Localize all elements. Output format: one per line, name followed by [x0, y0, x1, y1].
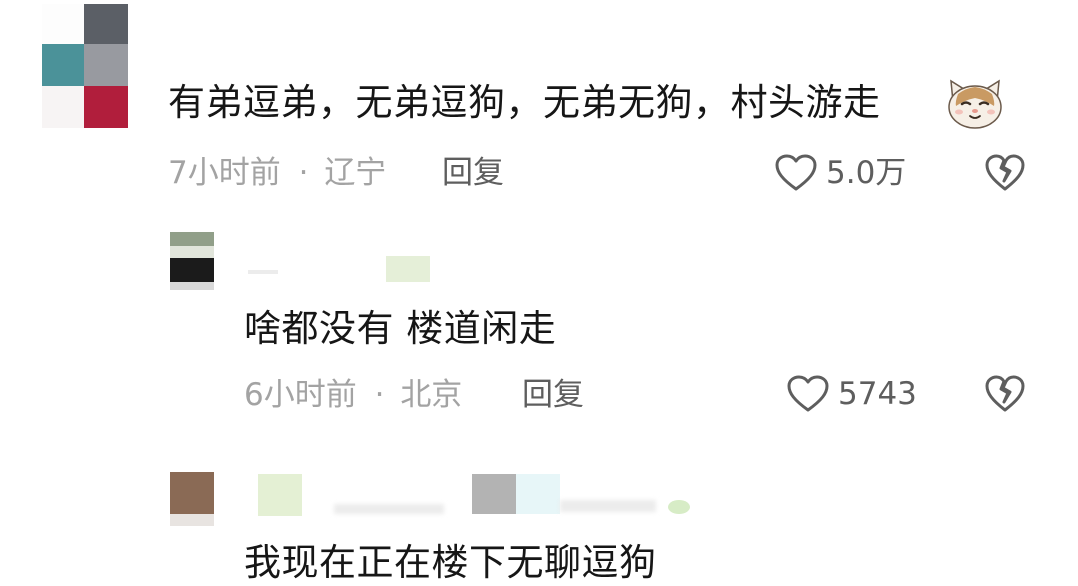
comment-text: 有弟逗弟，无弟逗狗，无弟无狗，村头游走: [168, 81, 881, 124]
cat-face-emoji-icon: [946, 78, 1004, 130]
reply-button[interactable]: 回复: [522, 375, 584, 415]
comment-time: 7小时前: [168, 155, 281, 191]
avatar[interactable]: [170, 472, 214, 526]
like-button[interactable]: [786, 374, 830, 414]
broken-heart-icon: [985, 154, 1025, 191]
username-blurred[interactable]: [248, 474, 698, 518]
dislike-button[interactable]: [984, 374, 1026, 414]
heart-outline-icon: [787, 375, 829, 412]
heart-outline-icon: [775, 154, 817, 191]
meta-separator: ·: [298, 155, 309, 191]
avatar[interactable]: [42, 4, 128, 128]
comment-location: 辽宁: [324, 155, 387, 191]
comment-location: 北京: [400, 377, 463, 413]
comment-timestamp: 7小时前 · 辽宁: [168, 153, 386, 193]
like-count: 5.0万: [826, 155, 907, 191]
avatar[interactable]: [170, 232, 214, 290]
meta-separator: ·: [374, 377, 385, 413]
like-button[interactable]: [774, 153, 818, 193]
comment-text: 我现在正在楼下无聊逗狗: [244, 541, 657, 584]
broken-heart-icon: [985, 375, 1025, 412]
comment-timestamp: 6小时前 · 北京: [244, 375, 462, 415]
comment-time: 6小时前: [244, 377, 357, 413]
comment-text: 啥都没有 楼道闲走: [244, 307, 557, 350]
reply-button[interactable]: 回复: [442, 153, 504, 193]
like-count: 5743: [838, 376, 917, 412]
dislike-button[interactable]: [984, 153, 1026, 193]
username-blurred[interactable]: [248, 256, 430, 282]
